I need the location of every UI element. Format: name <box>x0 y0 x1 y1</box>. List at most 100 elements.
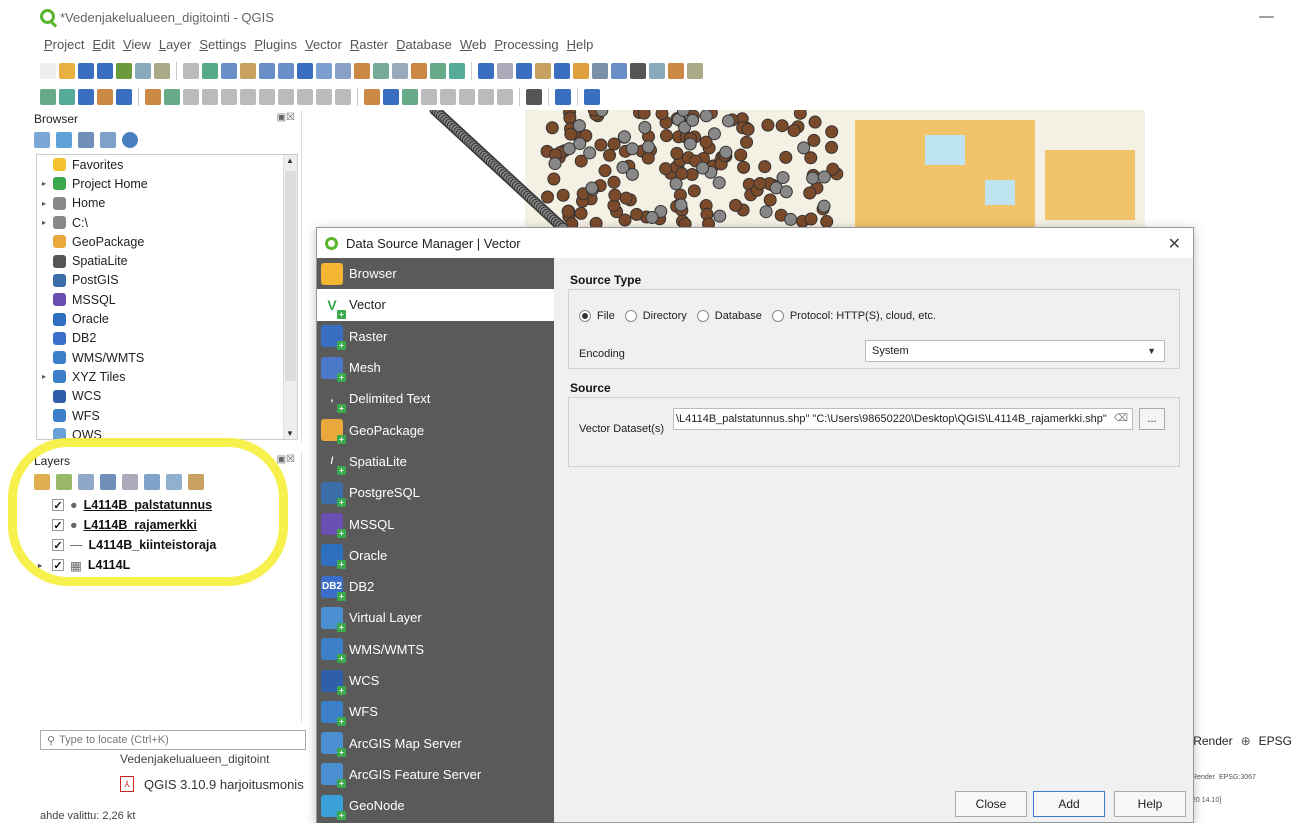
radio-button[interactable] <box>624 310 637 322</box>
browser-scrollbar[interactable]: ▲ ▼ <box>283 155 297 439</box>
sidebar-item-arcgis-feature-server[interactable]: + ArcGIS Feature Server <box>317 759 554 790</box>
render-toggle[interactable]: Render <box>1193 734 1232 748</box>
toolbar-tool-icon[interactable] <box>59 89 75 105</box>
menu-raster[interactable]: Raster <box>346 34 392 56</box>
expand-arrow-icon[interactable]: ▸ <box>37 199 51 208</box>
sidebar-item-vector[interactable]: V + Vector <box>317 289 554 321</box>
toolbar-tool-icon[interactable] <box>183 89 199 105</box>
toolbar-tool-icon[interactable] <box>135 63 151 79</box>
scroll-up-icon[interactable]: ▲ <box>286 156 294 165</box>
background-file-item[interactable]: ⅄ QGIS 3.10.9 harjoitusmonis <box>120 776 304 792</box>
browse-button[interactable]: ... <box>1139 408 1165 430</box>
browser-item-wms-wmts[interactable]: WMS/WMTS <box>37 348 297 367</box>
toolbar-tool-icon[interactable] <box>297 63 313 79</box>
browser-item-mssql[interactable]: MSSQL <box>37 290 297 309</box>
radio-directory[interactable]: Directory <box>624 310 687 322</box>
scroll-down-icon[interactable]: ▼ <box>286 429 294 438</box>
globe-icon[interactable]: ⊕ <box>1241 734 1251 748</box>
toolbar-tool-icon[interactable] <box>411 63 427 79</box>
toolbar-tool-icon[interactable] <box>421 89 437 105</box>
toolbar-tool-icon[interactable] <box>202 63 218 79</box>
toolbar-tool-icon[interactable] <box>440 89 456 105</box>
toolbar-tool-icon[interactable] <box>611 63 627 79</box>
toolbar-tool-icon[interactable] <box>526 89 542 105</box>
expand-arrow-icon[interactable]: ▸ <box>37 372 51 381</box>
toolbar-tool-icon[interactable] <box>630 63 646 79</box>
toolbar-tool-icon[interactable] <box>459 89 475 105</box>
sidebar-item-geonode[interactable]: + GeoNode <box>317 790 554 821</box>
toolbar-tool-icon[interactable] <box>59 63 75 79</box>
sidebar-item-virtual-layer[interactable]: + Virtual Layer <box>317 602 554 633</box>
sidebar-item-delimited-text[interactable]: , + Delimited Text <box>317 383 554 414</box>
toolbar-tool-icon[interactable] <box>335 63 351 79</box>
sidebar-item-oracle[interactable]: + Oracle <box>317 540 554 571</box>
radio-button[interactable] <box>771 310 784 322</box>
toolbar-tool-icon[interactable] <box>259 89 275 105</box>
radio-protocol[interactable]: Protocol: HTTP(S), cloud, etc. <box>771 310 936 322</box>
toolbar-tool-icon[interactable] <box>240 89 256 105</box>
menu-vector[interactable]: Vector <box>301 34 346 56</box>
toolbar-tool-icon[interactable] <box>78 63 94 79</box>
toolbar-tool-icon[interactable] <box>554 63 570 79</box>
toolbar-tool-icon[interactable] <box>478 89 494 105</box>
radio-file[interactable]: File <box>579 310 615 322</box>
menu-plugins[interactable]: Plugins <box>250 34 301 56</box>
toolbar-tool-icon[interactable] <box>221 63 237 79</box>
toolbar-tool-icon[interactable] <box>116 89 132 105</box>
close-button[interactable]: Close <box>955 791 1027 817</box>
panel-float-close-icon[interactable]: ▣☒ <box>277 454 295 465</box>
sidebar-item-browser[interactable]: Browser <box>317 258 554 289</box>
collapse-all-icon[interactable] <box>100 132 116 148</box>
browser-item-project-home[interactable]: ▸ Project Home <box>37 174 297 193</box>
toolbar-tool-icon[interactable] <box>145 89 161 105</box>
toolbar-tool-icon[interactable] <box>316 63 332 79</box>
radio-button[interactable] <box>696 310 709 322</box>
sidebar-item-wms-wmts[interactable]: + WMS/WMTS <box>317 634 554 665</box>
toolbar-tool-icon[interactable] <box>240 63 256 79</box>
menu-view[interactable]: View <box>119 34 155 56</box>
toolbar-tool-icon[interactable] <box>183 63 199 79</box>
sidebar-item-postgresql[interactable]: + PostgreSQL <box>317 477 554 508</box>
expand-arrow-icon[interactable]: ▸ <box>37 218 51 227</box>
close-icon[interactable]: ✕ <box>1168 234 1181 254</box>
sidebar-item-spatialite[interactable]: / + SpatiaLite <box>317 446 554 477</box>
toolbar-tool-icon[interactable] <box>116 63 132 79</box>
browser-item-home[interactable]: ▸ Home <box>37 194 297 213</box>
toolbar-tool-icon[interactable] <box>402 89 418 105</box>
browser-item-spatialite[interactable]: SpatiaLite <box>37 251 297 270</box>
radio-button[interactable] <box>579 310 591 322</box>
properties-icon[interactable] <box>122 132 138 148</box>
locator-search[interactable]: ⚲ Type to locate (Ctrl+K) <box>40 730 306 750</box>
encoding-select[interactable]: System ▼ <box>865 340 1165 362</box>
browser-item-oracle[interactable]: Oracle <box>37 309 297 328</box>
filter-icon[interactable] <box>78 132 94 148</box>
toolbar-tool-icon[interactable] <box>478 63 494 79</box>
toolbar-tool-icon[interactable] <box>40 89 56 105</box>
browser-item-favorites[interactable]: Favorites <box>37 155 297 174</box>
toolbar-tool-icon[interactable] <box>649 63 665 79</box>
toolbar-tool-icon[interactable] <box>373 63 389 79</box>
toolbar-tool-icon[interactable] <box>668 63 684 79</box>
menu-layer[interactable]: Layer <box>155 34 196 56</box>
toolbar-tool-icon[interactable] <box>297 89 313 105</box>
browser-tree[interactable]: Favorites ▸ Project Home ▸ Home ▸ C:\ GeoPackag… <box>36 154 298 440</box>
radio-database[interactable]: Database <box>696 310 762 322</box>
toolbar-tool-icon[interactable] <box>364 89 380 105</box>
toolbar-tool-icon[interactable] <box>154 63 170 79</box>
toolbar-tool-icon[interactable] <box>555 89 571 105</box>
toolbar-tool-icon[interactable] <box>535 63 551 79</box>
toolbar-tool-icon[interactable] <box>687 63 703 79</box>
toolbar-tool-icon[interactable] <box>584 89 600 105</box>
toolbar-tool-icon[interactable] <box>392 63 408 79</box>
add-button[interactable]: Add <box>1033 791 1105 817</box>
toolbar-tool-icon[interactable] <box>592 63 608 79</box>
menu-settings[interactable]: Settings <box>195 34 250 56</box>
toolbar-tool-icon[interactable] <box>335 89 351 105</box>
toolbar-tool-icon[interactable] <box>573 63 589 79</box>
sidebar-item-wfs[interactable]: + WFS <box>317 696 554 727</box>
add-selected-icon[interactable] <box>34 132 50 148</box>
toolbar-tool-icon[interactable] <box>259 63 275 79</box>
background-file-item[interactable]: Vedenjakelualueen_digitoint <box>120 752 269 766</box>
help-button[interactable]: Help <box>1114 791 1186 817</box>
toolbar-tool-icon[interactable] <box>97 89 113 105</box>
